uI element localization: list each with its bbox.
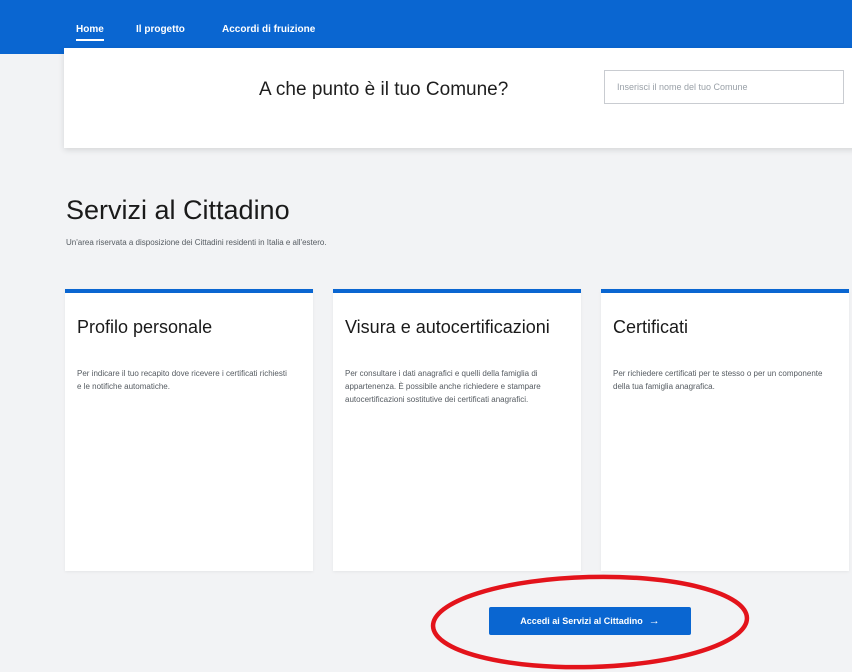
- nav-item-accordi-di-fruizione[interactable]: Accordi di fruizione: [222, 24, 315, 35]
- comune-search-card: A che punto è il tuo Comune?: [64, 48, 852, 148]
- card-certificati: Certificati Per richiedere certificati p…: [601, 289, 849, 571]
- page-title: Servizi al Cittadino: [66, 195, 290, 225]
- access-citizen-services-button[interactable]: Accedi ai Servizi al Cittadino →: [489, 607, 691, 635]
- card-description: Per richiedere certificati per te stesso…: [613, 369, 823, 391]
- comune-search-input[interactable]: [604, 70, 844, 104]
- arrow-right-icon: →: [648, 615, 660, 627]
- card-title: Visura e autocertificazioni: [345, 317, 550, 337]
- card-description: Per consultare i dati anagrafici e quell…: [345, 369, 541, 404]
- card-title: Profilo personale: [77, 317, 213, 337]
- nav-item-il-progetto[interactable]: Il progetto: [136, 24, 185, 35]
- search-card-title: A che punto è il tuo Comune?: [259, 79, 509, 100]
- page-subtitle: Un'area riservata a disposizione dei Cit…: [66, 238, 327, 247]
- card-description: Per indicare il tuo recapito dove riceve…: [77, 369, 287, 391]
- access-button-label: Accedi ai Servizi al Cittadino: [520, 616, 643, 626]
- card-visura-autocertificazioni: Visura e autocertificazioni Per consulta…: [333, 289, 581, 571]
- top-navigation-bar: Home Il progetto Accordi di fruizione: [0, 0, 852, 54]
- nav-item-home[interactable]: Home: [76, 24, 104, 41]
- card-profilo-personale: Profilo personale Per indicare il tuo re…: [65, 289, 313, 571]
- card-title: Certificati: [613, 317, 689, 337]
